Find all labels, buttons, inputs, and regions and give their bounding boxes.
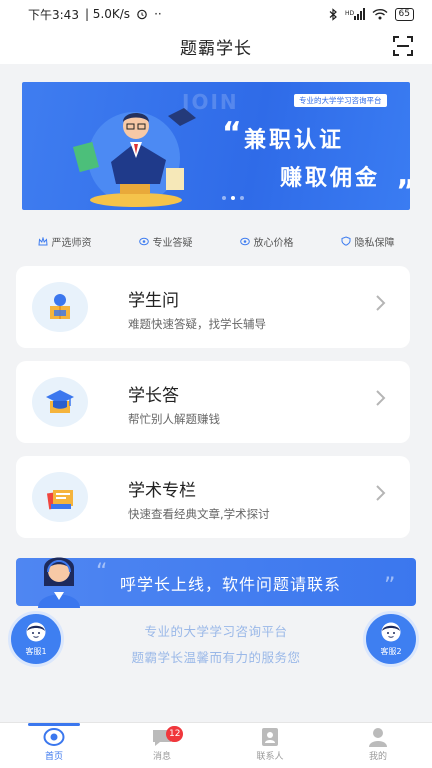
- tab-label: 联系人: [256, 752, 284, 762]
- card-academic-column[interactable]: 学术专栏 快速查看经典文章,学术探讨: [16, 456, 410, 538]
- chevron-right-icon: [376, 485, 386, 501]
- agent-avatar-icon: [381, 622, 401, 642]
- student-book-icon: [50, 294, 70, 319]
- card-icon-wrap: [32, 377, 88, 427]
- banner-headline-1: 兼职认证: [244, 128, 345, 153]
- network-speed: | 5.0K/s: [84, 7, 131, 21]
- support-agent-illustration: [38, 557, 80, 608]
- card-description: 快速查看经典文章,学术探讨: [128, 507, 270, 521]
- card-student-ask[interactable]: 学生问 难题快速答疑，找学长辅导: [16, 266, 410, 348]
- alarm-icon: [137, 9, 147, 20]
- profile-icon: [369, 728, 387, 747]
- wifi-icon: [372, 8, 388, 20]
- feature-label: 隐私保障: [354, 237, 395, 249]
- card-description: 帮忙别人解题赚钱: [128, 412, 220, 426]
- tab-label: 我的: [368, 752, 387, 762]
- tab-messages[interactable]: 12 消息: [108, 723, 216, 768]
- card-title: 学术专栏: [128, 481, 196, 501]
- page-title: 题霸学长: [180, 38, 252, 59]
- tab-label: 首页: [44, 752, 63, 762]
- banner-open-quote: “: [222, 116, 242, 151]
- contact-text: 呼学长上线，软件问题请联系: [120, 575, 342, 594]
- feature-label: 放心价格: [253, 237, 294, 249]
- banner-headline-2: 赚取佣金: [280, 166, 381, 191]
- customer-service-label: 客服1: [25, 647, 47, 656]
- card-icon-wrap: [32, 282, 88, 332]
- contact-close-quote: ”: [384, 574, 396, 599]
- carousel-dot-active[interactable]: [231, 196, 235, 200]
- bluetooth-icon: [329, 7, 337, 21]
- businessman-illustration: [72, 108, 196, 207]
- customer-service-1-button[interactable]: 客服1: [8, 611, 64, 667]
- graduation-cap-icon: [46, 390, 74, 413]
- feature-label: 专业答疑: [152, 237, 193, 249]
- card-title: 学生问: [128, 291, 179, 311]
- banner-tagline: 专业的大学学习咨询平台: [294, 94, 387, 107]
- customer-service-label: 客服2: [380, 647, 402, 656]
- chevron-right-icon: [376, 295, 386, 311]
- card-icon-wrap: [32, 472, 88, 522]
- feature-strip: 严选师资 专业答疑 放心价格 隐私保障: [0, 232, 432, 250]
- card-senior-answer[interactable]: 学长答 帮忙别人解题赚钱: [16, 361, 410, 443]
- shield-icon: [341, 236, 350, 246]
- carousel-dot[interactable]: [240, 196, 244, 200]
- active-tab-indicator: [28, 723, 80, 726]
- eye-icon: [138, 237, 149, 245]
- title-bar: 题霸学长: [0, 28, 432, 64]
- home-eye-icon: [43, 728, 65, 746]
- feature-item: 隐私保障: [341, 232, 395, 250]
- books-icon: [46, 490, 73, 510]
- feature-label: 严选师资: [51, 237, 92, 249]
- carousel-dots[interactable]: [222, 196, 244, 200]
- scan-icon[interactable]: [392, 35, 414, 57]
- agent-avatar-icon: [26, 622, 46, 642]
- card-title: 学长答: [128, 386, 179, 406]
- feature-item: 专业答疑: [138, 232, 193, 250]
- battery-indicator: 65: [394, 7, 414, 21]
- eye-icon: [239, 237, 250, 245]
- tab-profile[interactable]: 我的: [324, 723, 432, 768]
- crown-icon: [37, 236, 48, 245]
- signal-hd-label: HD: [345, 10, 355, 17]
- card-description: 难题快速答疑，找学长辅导: [128, 317, 266, 331]
- contacts-icon: [262, 728, 278, 746]
- promo-banner[interactable]: JOIN 专业的大学学习咨询平台 “ 兼职认证 赚取佣金 ”: [22, 82, 410, 210]
- feature-item: 放心价格: [239, 232, 294, 250]
- feature-item: 严选师资: [37, 232, 92, 250]
- tab-label: 消息: [152, 752, 171, 762]
- status-bar: 下午3:43 | 5.0K/s ·· HD 65: [0, 0, 432, 28]
- tab-home[interactable]: 首页: [0, 723, 108, 768]
- unread-badge: 12: [166, 726, 184, 742]
- chevron-right-icon: [376, 390, 386, 406]
- tab-contacts[interactable]: 联系人: [216, 723, 324, 768]
- bottom-tab-bar: 首页 12 消息 联系人 我的: [0, 722, 432, 768]
- banner-close-quote: ”: [396, 174, 410, 209]
- carousel-dot[interactable]: [222, 196, 226, 200]
- customer-service-2-button[interactable]: 客服2: [363, 611, 419, 667]
- contact-open-quote: “: [96, 560, 108, 585]
- status-time: 下午3:43: [28, 7, 79, 22]
- signal-icon: HD: [345, 8, 365, 20]
- status-extra-dots: ··: [154, 7, 162, 21]
